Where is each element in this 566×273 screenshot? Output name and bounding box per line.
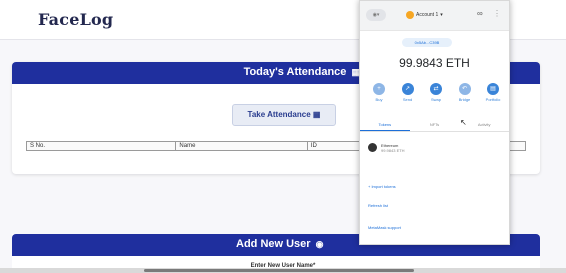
account-name: Account 1 bbox=[416, 12, 439, 18]
chevron-down-icon: ▾ bbox=[440, 12, 443, 18]
metamask-support-link[interactable]: MetaMask support bbox=[368, 225, 401, 230]
connected-sites-icon[interactable]: ∞ bbox=[477, 9, 483, 18]
account-address-pill[interactable]: 0x5Ab...C39B bbox=[402, 38, 452, 47]
more-options-icon[interactable]: ⋮ bbox=[493, 9, 501, 18]
tab-tokens[interactable]: Tokens bbox=[360, 120, 410, 131]
network-selector[interactable]: ◉▾ bbox=[366, 9, 386, 21]
metamask-popup: ◉▾ Account 1 ▾ ∞ ⋮ 0x5Ab...C39B 99.9843 … bbox=[359, 0, 510, 245]
add-user-title: Add New User ◉ bbox=[236, 238, 324, 250]
attendance-title: Today's Attendance ▦ bbox=[244, 66, 360, 78]
bridge-icon: ↶ bbox=[458, 83, 471, 95]
attendance-title-text: Today's Attendance bbox=[243, 66, 347, 78]
wallet-tabs: Tokens NFTs Activity bbox=[360, 120, 509, 132]
metamask-header: ◉▾ Account 1 ▾ ∞ ⋮ bbox=[360, 1, 509, 31]
chart-icon: ▤ bbox=[487, 83, 499, 95]
plus-icon: + bbox=[373, 83, 385, 95]
swap-button[interactable]: ⇄ Swap bbox=[425, 83, 447, 102]
account-selector[interactable]: Account 1 ▾ bbox=[406, 9, 443, 21]
column-header-sno: S No. bbox=[27, 142, 177, 150]
brand-logo[interactable]: FaceLog bbox=[38, 10, 113, 29]
send-button[interactable]: ↗ Send bbox=[397, 83, 419, 102]
asset-amount: 99.9843 ETH bbox=[381, 148, 405, 153]
import-tokens-link[interactable]: + Import tokens bbox=[368, 184, 396, 189]
bridge-button[interactable]: ↶ Bridge bbox=[454, 83, 476, 102]
eth-balance: 99.9843 ETH bbox=[399, 56, 470, 70]
ethereum-icon bbox=[368, 143, 377, 152]
swap-label: Swap bbox=[430, 97, 441, 102]
swap-icon: ⇄ bbox=[430, 83, 442, 95]
add-user-title-text: Add New User bbox=[236, 238, 311, 250]
asset-row-ethereum[interactable]: Ethereum 99.9843 ETH bbox=[368, 143, 405, 153]
send-label: Send bbox=[402, 97, 413, 102]
buy-label: Buy bbox=[375, 97, 383, 102]
asset-details: Ethereum 99.9843 ETH bbox=[381, 143, 405, 153]
tab-nfts[interactable]: NFTs bbox=[410, 120, 460, 131]
tab-activity[interactable]: Activity bbox=[459, 120, 509, 131]
scrollbar-thumb[interactable] bbox=[144, 269, 414, 272]
portfolio-label: Portfolio bbox=[485, 97, 501, 102]
buy-button[interactable]: + Buy bbox=[368, 83, 390, 102]
portfolio-button[interactable]: ▤ Portfolio bbox=[482, 83, 504, 102]
mouse-cursor-icon: ↖ bbox=[460, 118, 467, 127]
account-avatar bbox=[406, 11, 414, 19]
camera-icon: ▦ bbox=[312, 110, 321, 119]
arrow-up-right-icon: ↗ bbox=[401, 83, 414, 95]
user-plus-icon: ◉ bbox=[315, 239, 324, 249]
column-header-name: Name bbox=[176, 142, 308, 150]
take-attendance-button[interactable]: Take Attendance ▦ bbox=[232, 104, 336, 126]
bridge-label: Bridge bbox=[458, 97, 471, 102]
refresh-list-link[interactable]: Refresh list bbox=[368, 203, 388, 208]
wallet-actions: + Buy ↗ Send ⇄ Swap ↶ Bridge ▤ Portfolio bbox=[368, 83, 504, 102]
take-attendance-label: Take Attendance bbox=[247, 110, 311, 119]
